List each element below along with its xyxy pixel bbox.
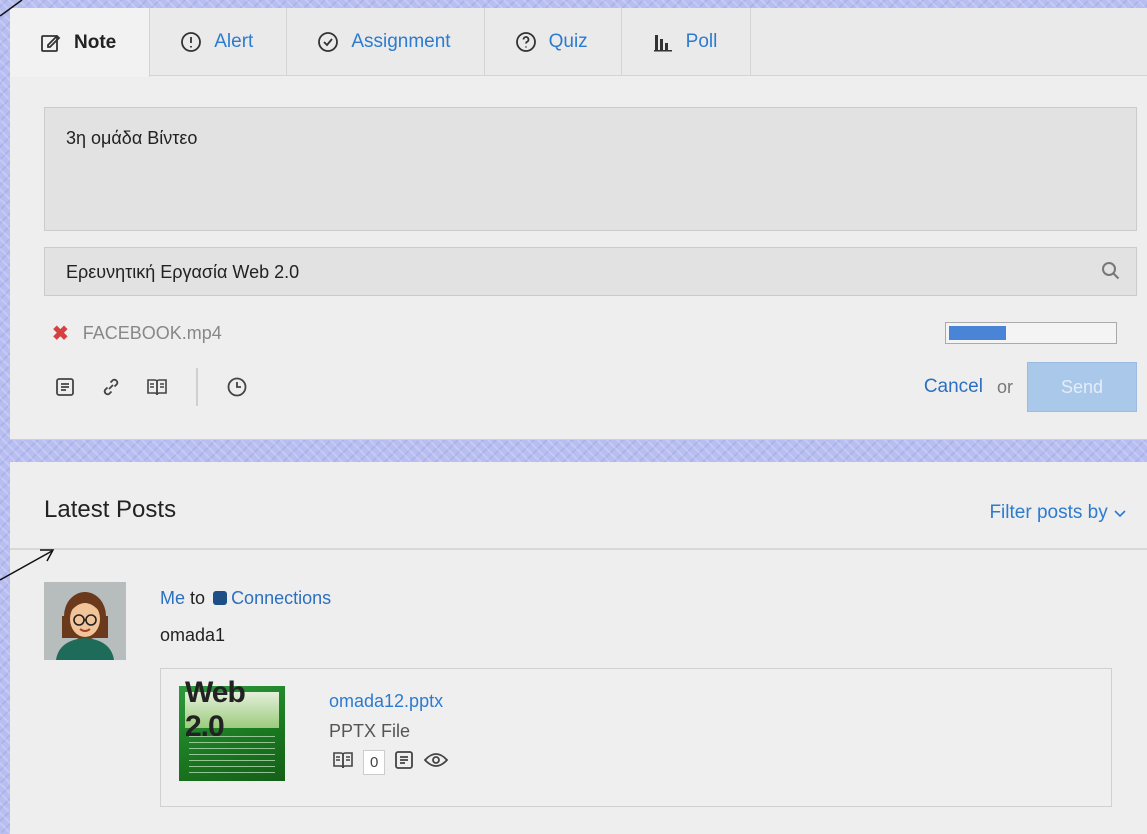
attachment-row: ✖ FACEBOOK.mp4 xyxy=(52,321,222,346)
tab-assignment[interactable]: Assignment xyxy=(287,8,485,76)
tab-poll[interactable]: Poll xyxy=(622,8,752,76)
send-to-group-input[interactable]: Ερευνητική Εργασία Web 2.0 xyxy=(44,247,1137,296)
latest-posts-panel: Latest Posts Filter posts by Me to Conne… xyxy=(10,462,1147,834)
tab-label: Quiz xyxy=(548,31,588,52)
file-type: PPTX File xyxy=(329,721,411,741)
filter-posts-dropdown[interactable]: Filter posts by xyxy=(989,502,1127,524)
tab-alert[interactable]: Alert xyxy=(150,8,288,76)
tab-quiz[interactable]: Quiz xyxy=(485,8,622,76)
chevron-down-icon xyxy=(1113,502,1127,523)
posts-title: Latest Posts xyxy=(44,496,177,523)
edit-note-icon xyxy=(40,32,62,54)
tab-label: Alert xyxy=(214,31,254,52)
composer-actions: Cancel or Send xyxy=(924,362,1137,412)
group-icon xyxy=(213,591,228,605)
annotation-arrow-top xyxy=(0,0,23,17)
schedule-clock-icon[interactable] xyxy=(224,374,250,400)
library-icon[interactable] xyxy=(144,374,170,400)
tab-label: Poll xyxy=(685,31,718,52)
file-actions: 0 xyxy=(331,749,449,776)
filter-label: Filter posts by xyxy=(989,502,1108,523)
or-text: or xyxy=(996,376,1013,397)
file-name-link[interactable]: omada12.pptx xyxy=(329,691,443,712)
attachment-name: FACEBOOK.mp4 xyxy=(82,323,222,343)
group-value: Ερευνητική Εργασία Web 2.0 xyxy=(66,262,300,282)
tab-label: Note xyxy=(74,31,117,53)
tab-label: Assignment xyxy=(351,31,451,52)
library-icon[interactable] xyxy=(331,749,355,776)
alert-icon xyxy=(180,31,202,53)
send-button[interactable]: Send xyxy=(1027,362,1137,412)
author-link[interactable]: Me xyxy=(160,588,185,608)
to-text: to xyxy=(190,588,206,608)
search-icon[interactable] xyxy=(1100,260,1122,287)
attachment-card: Web 2.0 omada12.pptx PPTX File 0 xyxy=(160,668,1112,807)
file-details-icon[interactable] xyxy=(393,749,415,776)
file-thumbnail[interactable]: Web 2.0 xyxy=(179,676,285,781)
note-text: 3η ομάδα Βίντεο xyxy=(66,128,198,148)
post-composer: Note Alert Assignment Quiz Poll 3η ομάδα… xyxy=(10,8,1147,440)
posts-header: Latest Posts Filter posts by xyxy=(10,462,1147,550)
group-link[interactable]: Connections xyxy=(231,588,331,608)
attach-file-icon[interactable] xyxy=(52,374,78,400)
post-text: omada1 xyxy=(160,625,226,645)
remove-attachment-icon[interactable]: ✖ xyxy=(52,321,69,346)
link-icon[interactable] xyxy=(98,374,124,400)
question-circle-icon xyxy=(515,31,537,53)
library-count: 0 xyxy=(363,750,386,775)
check-circle-icon xyxy=(317,31,339,53)
annotation-arrow-bottom xyxy=(0,549,55,581)
post-meta: Me to Connections xyxy=(160,588,331,609)
thumbnail-title: Web 2.0 xyxy=(185,676,279,743)
toolbar-divider xyxy=(196,368,198,406)
bar-chart-icon xyxy=(652,31,674,53)
note-textarea[interactable]: 3η ομάδα Βίντεο xyxy=(44,107,1137,231)
post-type-tabs: Note Alert Assignment Quiz Poll xyxy=(10,8,1147,77)
upload-progress-bar xyxy=(945,322,1117,344)
preview-eye-icon[interactable] xyxy=(423,751,449,774)
avatar[interactable] xyxy=(44,582,126,660)
upload-progress-fill xyxy=(949,326,1007,340)
thumbnail-lines xyxy=(189,736,275,776)
composer-toolbar xyxy=(52,368,250,406)
tab-note[interactable]: Note xyxy=(10,8,151,77)
cancel-link[interactable]: Cancel xyxy=(924,376,983,398)
